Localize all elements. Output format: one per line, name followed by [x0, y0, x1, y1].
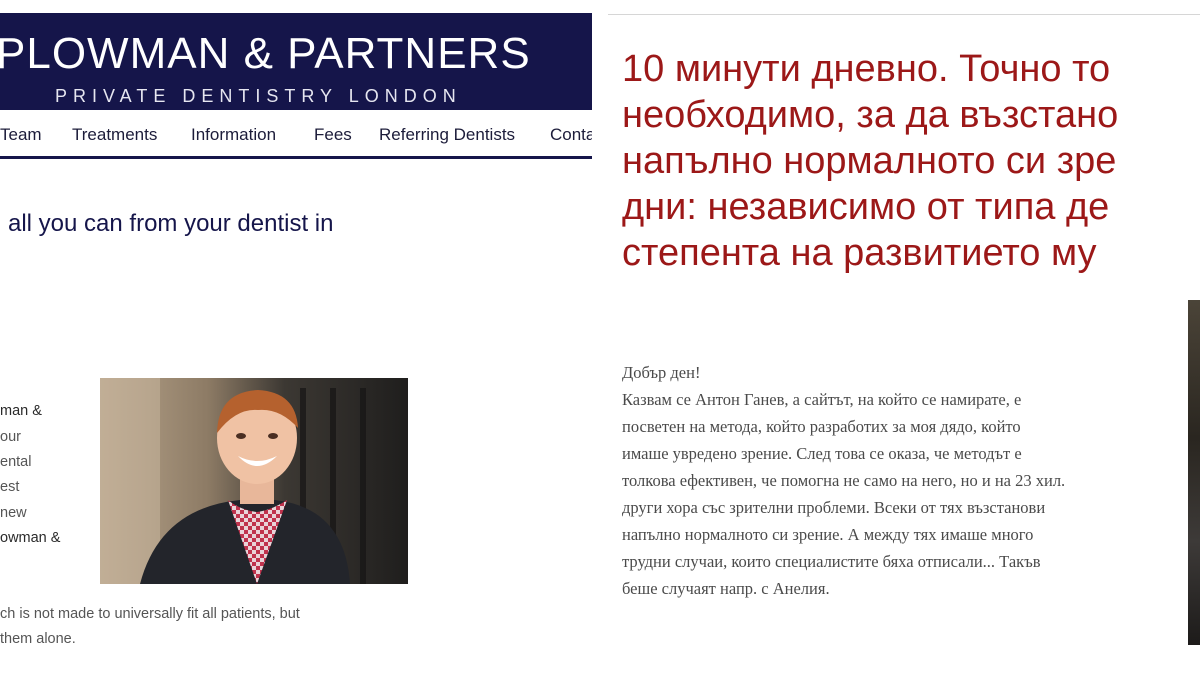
panel-divider [600, 0, 608, 675]
nav-item-team[interactable]: Team [0, 125, 42, 145]
nav-item-treatments[interactable]: Treatments [72, 125, 157, 145]
nav-item-contact[interactable]: Conta [550, 125, 592, 145]
nav-item-fees[interactable]: Fees [314, 125, 352, 145]
side-text-line: new [0, 505, 27, 521]
brand-name: PLOWMAN & PARTNERS [0, 29, 531, 78]
body-text-line: толкова ефективен, че помогна не само на… [622, 471, 1066, 490]
headline-line: степента на развитието му [622, 232, 1097, 274]
side-text-line: man & [0, 403, 42, 419]
main-nav: Team Treatments Information Fees Referri… [0, 118, 592, 159]
side-text-line: ental [0, 454, 32, 470]
body-text-line: имаше увредено зрение. След това се оказ… [622, 444, 1022, 463]
body-text-line: them alone. [0, 631, 76, 647]
body-text-line: ch is not made to universally fit all pa… [0, 606, 300, 622]
side-text-line: our [0, 429, 21, 445]
body-text-line: други хора със зрителни проблеми. Всеки … [622, 498, 1046, 517]
portrait-image [100, 378, 408, 584]
body-text-line: Казвам се Антон Ганев, а сайтът, на койт… [622, 390, 1022, 409]
brand-tagline: PRIVATE DENTISTRY LONDON [55, 86, 462, 106]
top-rule [608, 14, 1200, 15]
headline-line: дни: независимо от типа де [622, 186, 1110, 228]
nav-item-information[interactable]: Information [191, 125, 276, 145]
nav-item-referring-dentists[interactable]: Referring Dentists [379, 125, 515, 145]
headline-line: необходимо, за да възстано [622, 94, 1119, 136]
body-text-line: посветен на метода, който разработих за … [622, 417, 1021, 436]
body-text-line: напълно нормалното си зрение. А между тя… [622, 525, 1034, 544]
body-text-line: беше случаят напр. с Анелия. [622, 579, 830, 598]
intro-heading: all you can from your dentist in [8, 210, 334, 237]
brand-banner[interactable]: PLOWMAN & PARTNERS PRIVATE DENTISTRY LON… [0, 13, 592, 110]
greeting-text: Добър ден! [622, 363, 701, 382]
dentist-site-screenshot: PLOWMAN & PARTNERS PRIVATE DENTISTRY LON… [0, 0, 600, 675]
side-text-line: owman & [0, 530, 61, 546]
side-text-line: est [0, 479, 20, 495]
body-text-line: трудни случаи, които специалистите бяха … [622, 552, 1041, 571]
headline-line: напълно нормалното си зре [622, 140, 1117, 182]
headline-line: 10 минути дневно. Точно то [622, 48, 1111, 90]
vision-site-screenshot: 10 минути дневно. Точно то необходимо, з… [608, 0, 1200, 675]
cropped-photo [1188, 300, 1200, 645]
